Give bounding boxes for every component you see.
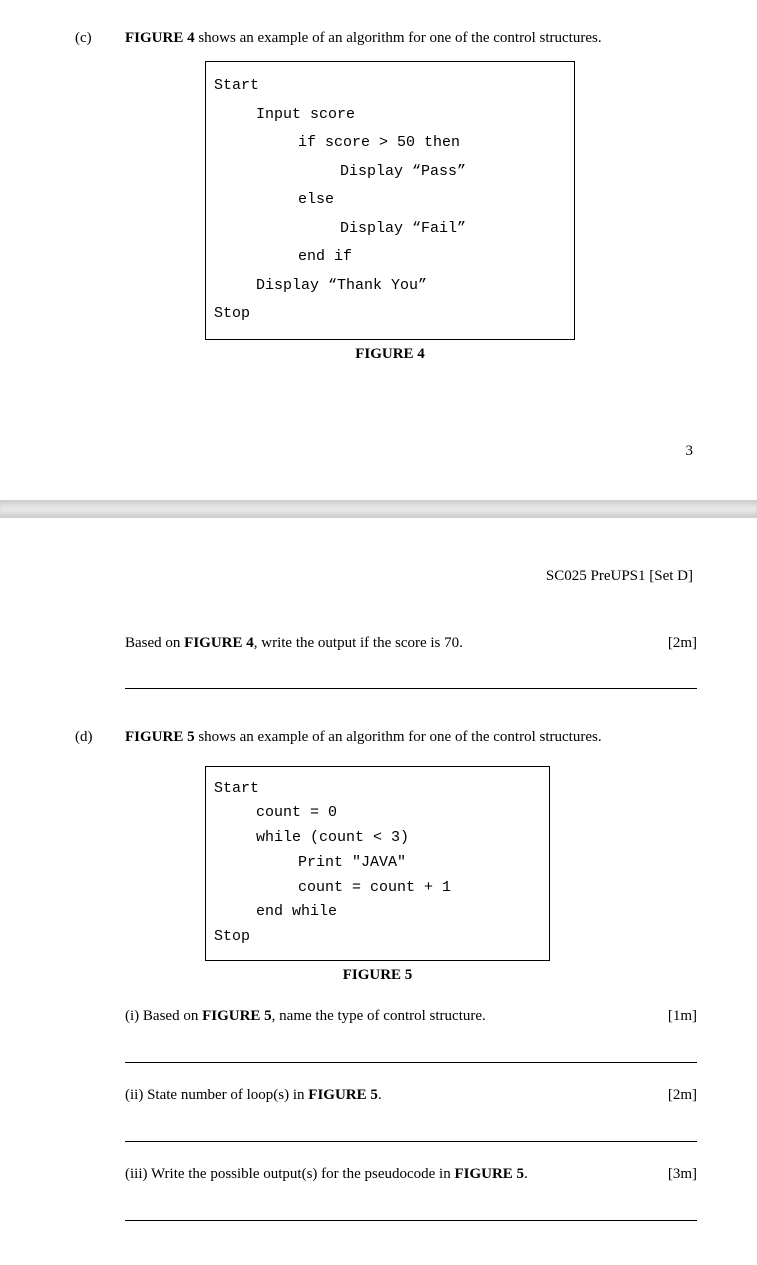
- qd-iii-text: (iii) Write the possible output(s) for t…: [125, 1166, 528, 1183]
- marks-badge: [3m]: [668, 1166, 697, 1183]
- code-line: Stop: [214, 925, 541, 950]
- answer-line: [125, 1029, 697, 1063]
- question-c: (c) FIGURE 4 shows an example of an algo…: [75, 30, 697, 363]
- page-2: SC025 PreUPS1 [Set D] Based on FIGURE 4,…: [0, 518, 757, 1265]
- code-line: count = count + 1: [214, 876, 541, 901]
- question-d-iii: (iii) Write the possible output(s) for t…: [125, 1166, 697, 1183]
- code-line: end while: [214, 900, 541, 925]
- figure4-code-box: Start Input score if score > 50 then Dis…: [205, 61, 575, 340]
- question-d-i: (i) Based on FIGURE 5, name the type of …: [125, 1008, 697, 1025]
- answer-line: [125, 688, 697, 689]
- page-1: (c) FIGURE 4 shows an example of an algo…: [0, 0, 757, 500]
- question-c-task: Based on FIGURE 4, write the output if t…: [125, 635, 463, 652]
- question-c-body: FIGURE 4 shows an example of an algorith…: [125, 30, 697, 363]
- marks-badge: [2m]: [668, 635, 697, 652]
- question-d-body: FIGURE 5 shows an example of an algorith…: [125, 729, 697, 1221]
- qc-task-rest: , write the output if the score is 70.: [254, 635, 463, 651]
- code-line: end if: [214, 243, 566, 272]
- code-line: Input score: [214, 101, 566, 130]
- answer-line: [125, 1187, 697, 1221]
- question-c-intro: FIGURE 4 shows an example of an algorith…: [125, 30, 697, 47]
- question-d-intro: FIGURE 5 shows an example of an algorith…: [125, 729, 697, 746]
- question-c-continued: Based on FIGURE 4, write the output if t…: [125, 635, 697, 689]
- page-number: 3: [75, 443, 697, 460]
- page-header: SC025 PreUPS1 [Set D]: [75, 568, 697, 585]
- qd-i-text: (i) Based on FIGURE 5, name the type of …: [125, 1008, 486, 1025]
- code-line: Print "JAVA": [214, 851, 541, 876]
- code-line: if score > 50 then: [214, 129, 566, 158]
- question-d: (d) FIGURE 5 shows an example of an algo…: [75, 729, 697, 1221]
- figure5-code-box: Start count = 0 while (count < 3) Print …: [205, 766, 550, 961]
- figure4-ref: FIGURE 4: [125, 30, 195, 46]
- figure5-ref: FIGURE 5: [308, 1087, 378, 1103]
- code-line: while (count < 3): [214, 826, 541, 851]
- page-separator: [0, 500, 757, 518]
- code-line: Stop: [214, 300, 566, 329]
- answer-line: [125, 1108, 697, 1142]
- code-line: else: [214, 186, 566, 215]
- code-line: Display “Pass”: [214, 158, 566, 187]
- question-d-intro-rest: shows an example of an algorithm for one…: [195, 729, 602, 745]
- question-d-ii: (ii) State number of loop(s) in FIGURE 5…: [125, 1087, 697, 1104]
- question-c-intro-rest: shows an example of an algorithm for one…: [195, 30, 602, 46]
- code-line: Start: [214, 72, 566, 101]
- code-line: Display “Thank You”: [214, 272, 566, 301]
- qd-ii-text: (ii) State number of loop(s) in FIGURE 5…: [125, 1087, 382, 1104]
- code-line: count = 0: [214, 801, 541, 826]
- question-c-label: (c): [75, 30, 125, 47]
- figure4-ref: FIGURE 4: [184, 635, 254, 651]
- code-line: Start: [214, 777, 541, 802]
- figure5-caption: FIGURE 5: [205, 967, 550, 984]
- code-line: Display “Fail”: [214, 215, 566, 244]
- marks-badge: [2m]: [668, 1087, 697, 1104]
- question-d-label: (d): [75, 729, 125, 746]
- marks-badge: [1m]: [668, 1008, 697, 1025]
- figure5-ref: FIGURE 5: [202, 1008, 272, 1024]
- qc-task-prefix: Based on: [125, 635, 184, 651]
- figure5-ref: FIGURE 5: [125, 729, 195, 745]
- figure4-caption: FIGURE 4: [205, 346, 575, 363]
- figure5-ref: FIGURE 5: [454, 1166, 524, 1182]
